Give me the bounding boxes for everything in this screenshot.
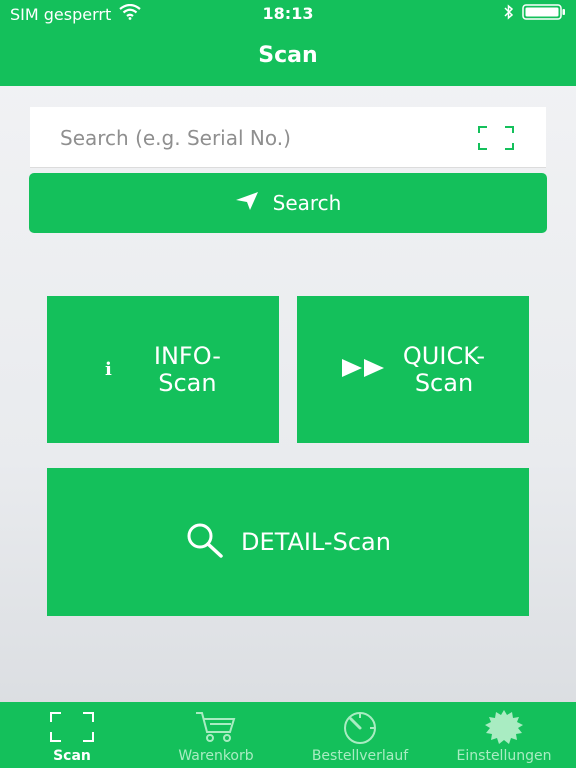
page-title: Scan — [258, 43, 318, 68]
tab-warenkorb[interactable]: Warenkorb — [144, 702, 288, 768]
scan-barcode-icon[interactable] — [478, 125, 514, 155]
tab-einstellungen[interactable]: Einstellungen — [432, 702, 576, 768]
quick-scan-line1: QUICK- — [402, 341, 486, 370]
tab-bar: Scan Warenkorb Bestellverlauf Einstellun… — [0, 702, 576, 768]
tab-label: Scan — [53, 748, 91, 764]
bluetooth-icon — [504, 4, 514, 24]
tab-scan[interactable]: Scan — [0, 702, 144, 768]
info-scan-label: INFO- Scan — [153, 341, 221, 397]
nav-bar: Scan — [0, 28, 576, 86]
detail-scan-button[interactable]: DETAIL-Scan — [47, 468, 529, 616]
status-time: 18:13 — [262, 4, 314, 23]
fast-forward-icon — [341, 358, 387, 382]
status-bar: SIM gesperrt 18:13 — [0, 0, 576, 28]
tab-label: Warenkorb — [178, 748, 254, 764]
cart-icon — [194, 708, 238, 746]
info-scan-line1: INFO- — [153, 341, 221, 370]
gauge-icon — [340, 708, 380, 746]
send-arrow-icon — [235, 191, 259, 216]
battery-icon — [522, 4, 566, 24]
search-input[interactable] — [58, 107, 462, 169]
info-scan-button[interactable]: i INFO- Scan — [47, 296, 279, 443]
info-icon: i — [105, 359, 112, 380]
info-scan-line2: Scan — [158, 368, 217, 397]
scan-frame-icon — [49, 708, 95, 746]
tab-bestellverlauf[interactable]: Bestellverlauf — [288, 702, 432, 768]
search-button-label: Search — [272, 191, 342, 215]
quick-scan-line2: Scan — [414, 368, 474, 397]
gear-icon — [484, 708, 524, 746]
status-right — [504, 4, 566, 24]
magnifier-icon — [185, 522, 225, 562]
quick-scan-button[interactable]: QUICK- Scan — [297, 296, 529, 443]
search-field — [30, 107, 546, 169]
quick-scan-label: QUICK- Scan — [402, 341, 486, 397]
tab-label: Bestellverlauf — [311, 748, 409, 764]
tab-label: Einstellungen — [456, 748, 552, 764]
search-button[interactable]: Search — [29, 173, 547, 233]
detail-scan-label: DETAIL-Scan — [241, 527, 391, 556]
